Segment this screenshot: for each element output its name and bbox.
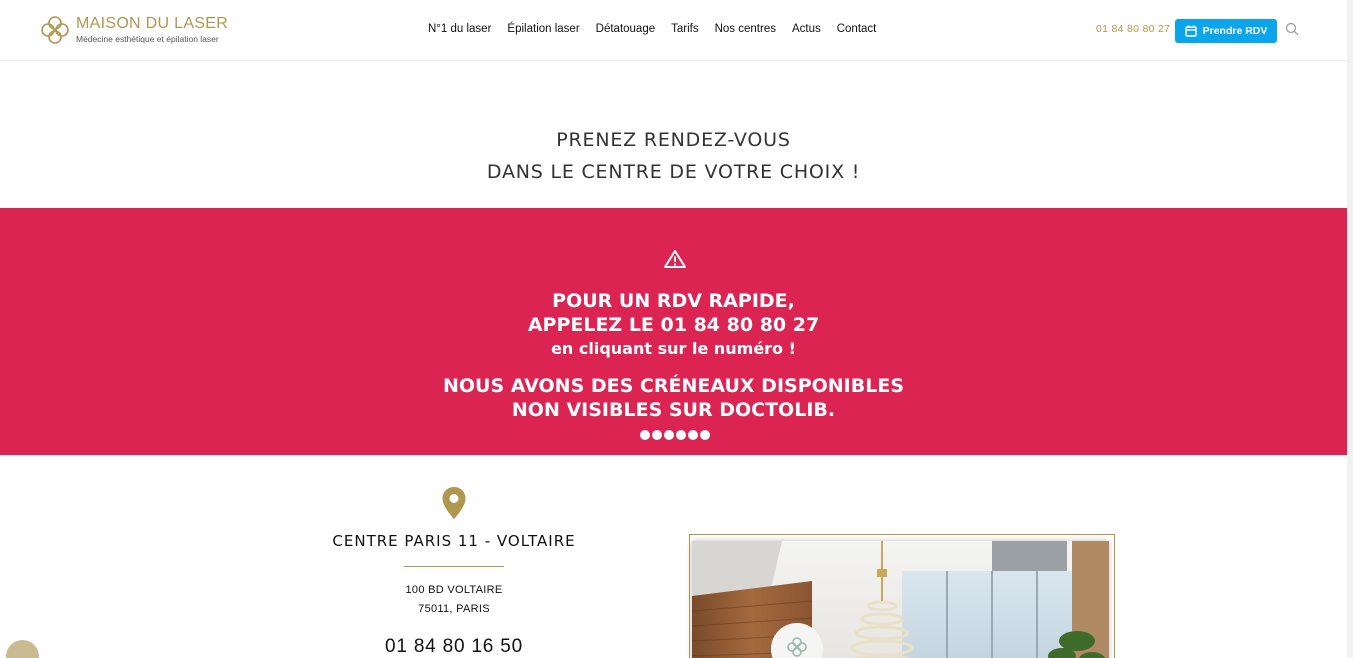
nav-item-tarifs[interactable]: Tarifs	[671, 21, 698, 37]
banner-dot[interactable]	[688, 430, 698, 440]
centre-name: CENTRE PARIS 11 - VOLTAIRE	[332, 532, 576, 550]
centre-address-line-1: 100 BD VOLTAIRE	[405, 584, 503, 596]
page-title-line-1: PRENEZ RENDEZ-VOUS	[556, 129, 791, 151]
banner-dots	[640, 430, 712, 440]
nav-item-nos-centres[interactable]: Nos centres	[715, 21, 776, 37]
centre-phone-link[interactable]: 01 84 80 16 50	[254, 636, 654, 658]
header-phone-link[interactable]: 01 84 80 80 27	[1096, 23, 1170, 35]
page-title-line-2: DANS LE CENTRE DE VOTRE CHOIX !	[486, 161, 861, 183]
page-title: PRENEZ RENDEZ-VOUS DANS LE CENTRE DE VOT…	[0, 124, 1347, 188]
prendre-rdv-label: Prendre RDV	[1202, 25, 1268, 37]
prendre-rdv-button[interactable]: Prendre RDV	[1175, 19, 1277, 43]
centre-photo-illustration	[692, 541, 1109, 658]
banner-dot[interactable]	[652, 430, 662, 440]
banner-dot[interactable]	[640, 430, 650, 440]
nav-item-n1-du-laser[interactable]: N°1 du laser	[428, 21, 491, 37]
banner-line-3: en cliquant sur le numéro !	[551, 339, 796, 358]
banner-dot[interactable]	[664, 430, 674, 440]
main-nav: N°1 du laser Épilation laser Détatouage …	[428, 21, 876, 37]
logo-icon	[41, 16, 69, 44]
search-icon[interactable]	[1285, 22, 1299, 36]
banner-line-1: POUR UN RDV RAPIDE,	[552, 290, 795, 312]
nav-item-contact[interactable]: Contact	[837, 21, 877, 37]
rdv-banner: POUR UN RDV RAPIDE, APPELEZ LE 01 84 80 …	[0, 208, 1347, 455]
banner-line-5: NON VISIBLES SUR DOCTOLIB.	[511, 399, 836, 421]
warning-icon	[664, 250, 686, 268]
calendar-icon	[1184, 25, 1197, 37]
map-pin-icon	[442, 487, 466, 519]
banner-dot[interactable]	[700, 430, 710, 440]
centre-address-line-2: 75011, PARIS	[418, 603, 490, 615]
banner-phone-link[interactable]: APPELEZ LE 01 84 80 80 27	[0, 313, 1347, 337]
scrollbar[interactable]	[1347, 0, 1353, 658]
nav-item-epilation-laser[interactable]: Épilation laser	[507, 21, 579, 37]
centre-photo	[692, 541, 1109, 658]
logo-title: MAISON DU LASER	[76, 15, 229, 32]
banner-line-4: NOUS AVONS DES CRÉNEAUX DISPONIBLES	[442, 375, 905, 397]
nav-item-actus[interactable]: Actus	[792, 21, 821, 37]
logo-subtitle: Médecine esthétique et épilation laser	[76, 34, 219, 44]
site-header: MAISON DU LASER Médecine esthétique et é…	[0, 0, 1347, 61]
banner-dot[interactable]	[676, 430, 686, 440]
floating-widget-button[interactable]	[6, 640, 39, 658]
divider	[404, 566, 504, 567]
nav-item-detatouage[interactable]: Détatouage	[596, 21, 655, 37]
logo[interactable]: MAISON DU LASER Médecine esthétique et é…	[39, 14, 228, 46]
